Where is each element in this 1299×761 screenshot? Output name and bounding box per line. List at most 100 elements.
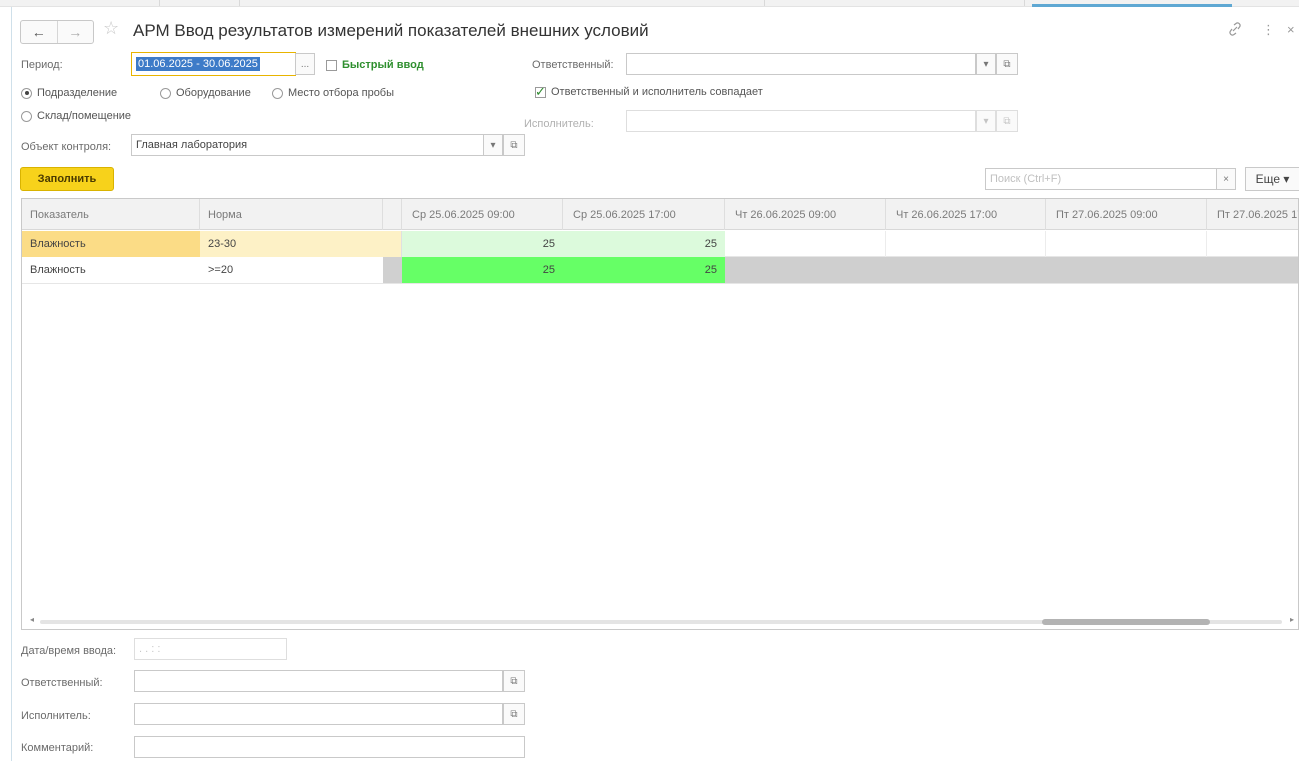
column-header-indicator[interactable]: Показатель <box>22 199 200 230</box>
link-icon-svg <box>1229 22 1241 36</box>
page-title: АРМ Ввод результатов измерений показател… <box>133 21 649 40</box>
footer-responsible-open-button[interactable]: ⧉ <box>503 670 525 692</box>
chevron-down-icon: ▾ <box>983 58 989 70</box>
datetime-input[interactable]: . . : : <box>134 638 287 660</box>
comment-label: Комментарий: <box>21 742 94 754</box>
more-button-label: Еще <box>1255 172 1281 186</box>
cell-value[interactable] <box>1046 257 1207 283</box>
column-header-spacer <box>383 199 402 230</box>
column-header-norm[interactable]: Норма <box>200 199 383 230</box>
chevron-down-icon: ▾ <box>983 115 989 127</box>
datetime-label: Дата/время ввода: <box>21 645 117 657</box>
grid-header: Показатель Норма Ср 25.06.2025 09:00 Ср … <box>22 199 1298 230</box>
responsible-dropdown-button[interactable]: ▾ <box>976 53 996 75</box>
top-strip-tab <box>160 0 240 6</box>
back-button[interactable]: ← <box>21 21 57 43</box>
radio-department-label: Подразделение <box>37 87 118 99</box>
table-row[interactable]: Влажность >=20 25 25 <box>22 257 1298 284</box>
forward-button[interactable]: → <box>56 21 94 43</box>
scroll-right-icon[interactable]: ▸ <box>1290 615 1294 624</box>
same-person-checkbox[interactable]: Ответственный и исполнитель совпадает <box>535 84 763 100</box>
quick-input-check-icon <box>326 59 337 71</box>
control-object-label: Объект контроля: <box>21 141 112 153</box>
radio-warehouse[interactable]: Склад/помещение <box>21 110 131 122</box>
link-icon[interactable] <box>1228 22 1242 39</box>
cell-spacer <box>383 257 402 283</box>
chevron-down-icon: ▾ <box>490 139 496 151</box>
footer-responsible-input[interactable] <box>134 670 503 692</box>
open-icon: ⧉ <box>510 675 518 687</box>
column-header-date[interactable]: Пт 27.06.2025 09:00 <box>1046 199 1207 230</box>
cell-value[interactable]: 25 <box>402 257 563 283</box>
radio-sampling-place-label: Место отбора пробы <box>288 87 395 99</box>
cell-value[interactable] <box>886 257 1046 283</box>
fill-button[interactable]: Заполнить <box>20 167 114 191</box>
favorite-star-icon[interactable]: ☆ <box>103 18 119 39</box>
column-header-date[interactable]: Чт 26.06.2025 17:00 <box>886 199 1046 230</box>
executor-input[interactable] <box>626 110 976 132</box>
cell-norm[interactable]: 23-30 <box>200 231 383 257</box>
search-clear-button[interactable]: × <box>1216 168 1236 190</box>
period-value: 01.06.2025 - 30.06.2025 <box>136 57 260 71</box>
close-icon[interactable]: × <box>1287 22 1295 37</box>
radio-on-icon <box>21 87 32 99</box>
radio-off-icon <box>21 110 32 122</box>
column-header-date[interactable]: Ср 25.06.2025 09:00 <box>402 199 563 230</box>
responsible-open-button[interactable]: ⧉ <box>996 53 1018 75</box>
more-button[interactable]: Еще ▾ <box>1245 167 1299 191</box>
footer-executor-label: Исполнитель: <box>21 710 91 722</box>
period-input[interactable]: 01.06.2025 - 30.06.2025 <box>131 52 296 76</box>
top-strip-tab <box>240 0 765 6</box>
left-border <box>11 7 12 761</box>
top-strip-tab <box>765 0 1025 6</box>
control-object-dropdown-button[interactable]: ▾ <box>483 134 503 156</box>
open-icon: ⧉ <box>510 708 518 720</box>
radio-equipment-label: Оборудование <box>176 87 251 99</box>
radio-equipment[interactable]: Оборудование <box>160 87 251 99</box>
horizontal-scrollbar[interactable]: ◂ ▸ <box>22 615 1298 629</box>
footer-executor-input[interactable] <box>134 703 503 725</box>
responsible-label: Ответственный: <box>532 59 614 71</box>
checkmark-icon <box>535 84 546 100</box>
radio-off-icon <box>272 87 283 99</box>
radio-department[interactable]: Подразделение <box>21 87 117 99</box>
open-icon: ⧉ <box>1003 115 1011 127</box>
executor-open-button[interactable]: ⧉ <box>996 110 1018 132</box>
column-header-date[interactable]: Пт 27.06.2025 17:00 <box>1207 199 1298 230</box>
cell-value[interactable] <box>725 257 886 283</box>
cell-spacer <box>383 231 402 257</box>
table-row[interactable]: Влажность 23-30 25 25 <box>22 231 1298 257</box>
cell-value[interactable] <box>725 231 886 257</box>
footer-responsible-label: Ответственный: <box>21 677 103 689</box>
control-object-open-button[interactable]: ⧉ <box>503 134 525 156</box>
cell-indicator[interactable]: Влажность <box>22 231 200 257</box>
footer-executor-open-button[interactable]: ⧉ <box>503 703 525 725</box>
radio-sampling-place[interactable]: Место отбора пробы <box>272 87 394 99</box>
cell-value[interactable] <box>1207 257 1298 283</box>
quick-input-label: Быстрый ввод <box>342 59 424 71</box>
cell-norm[interactable]: >=20 <box>200 257 383 283</box>
cell-indicator[interactable]: Влажность <box>22 257 200 283</box>
results-grid[interactable]: Показатель Норма Ср 25.06.2025 09:00 Ср … <box>21 198 1299 630</box>
cell-value[interactable] <box>1046 231 1207 257</box>
column-header-date[interactable]: Ср 25.06.2025 17:00 <box>563 199 725 230</box>
cell-value[interactable]: 25 <box>563 257 725 283</box>
responsible-input[interactable] <box>626 53 976 75</box>
period-label: Период: <box>21 59 63 71</box>
search-input[interactable]: Поиск (Ctrl+F) <box>985 168 1217 190</box>
cell-value[interactable] <box>1207 231 1298 257</box>
column-header-date[interactable]: Чт 26.06.2025 09:00 <box>725 199 886 230</box>
scroll-thumb[interactable] <box>1042 619 1210 625</box>
top-strip-tab <box>0 0 160 6</box>
more-vertical-icon[interactable]: ⋮ <box>1262 22 1275 38</box>
control-object-input[interactable]: Главная лаборатория <box>131 134 484 156</box>
cell-value[interactable]: 25 <box>563 231 725 257</box>
cell-value[interactable]: 25 <box>402 231 563 257</box>
quick-input-checkbox[interactable]: Быстрый ввод <box>326 59 424 71</box>
executor-dropdown-button[interactable]: ▾ <box>976 110 996 132</box>
comment-input[interactable] <box>134 736 525 758</box>
period-select-button[interactable]: ... <box>295 53 315 75</box>
cell-value[interactable] <box>886 231 1046 257</box>
scroll-left-icon[interactable]: ◂ <box>30 615 34 624</box>
nav-buttons: ← → <box>20 20 94 44</box>
